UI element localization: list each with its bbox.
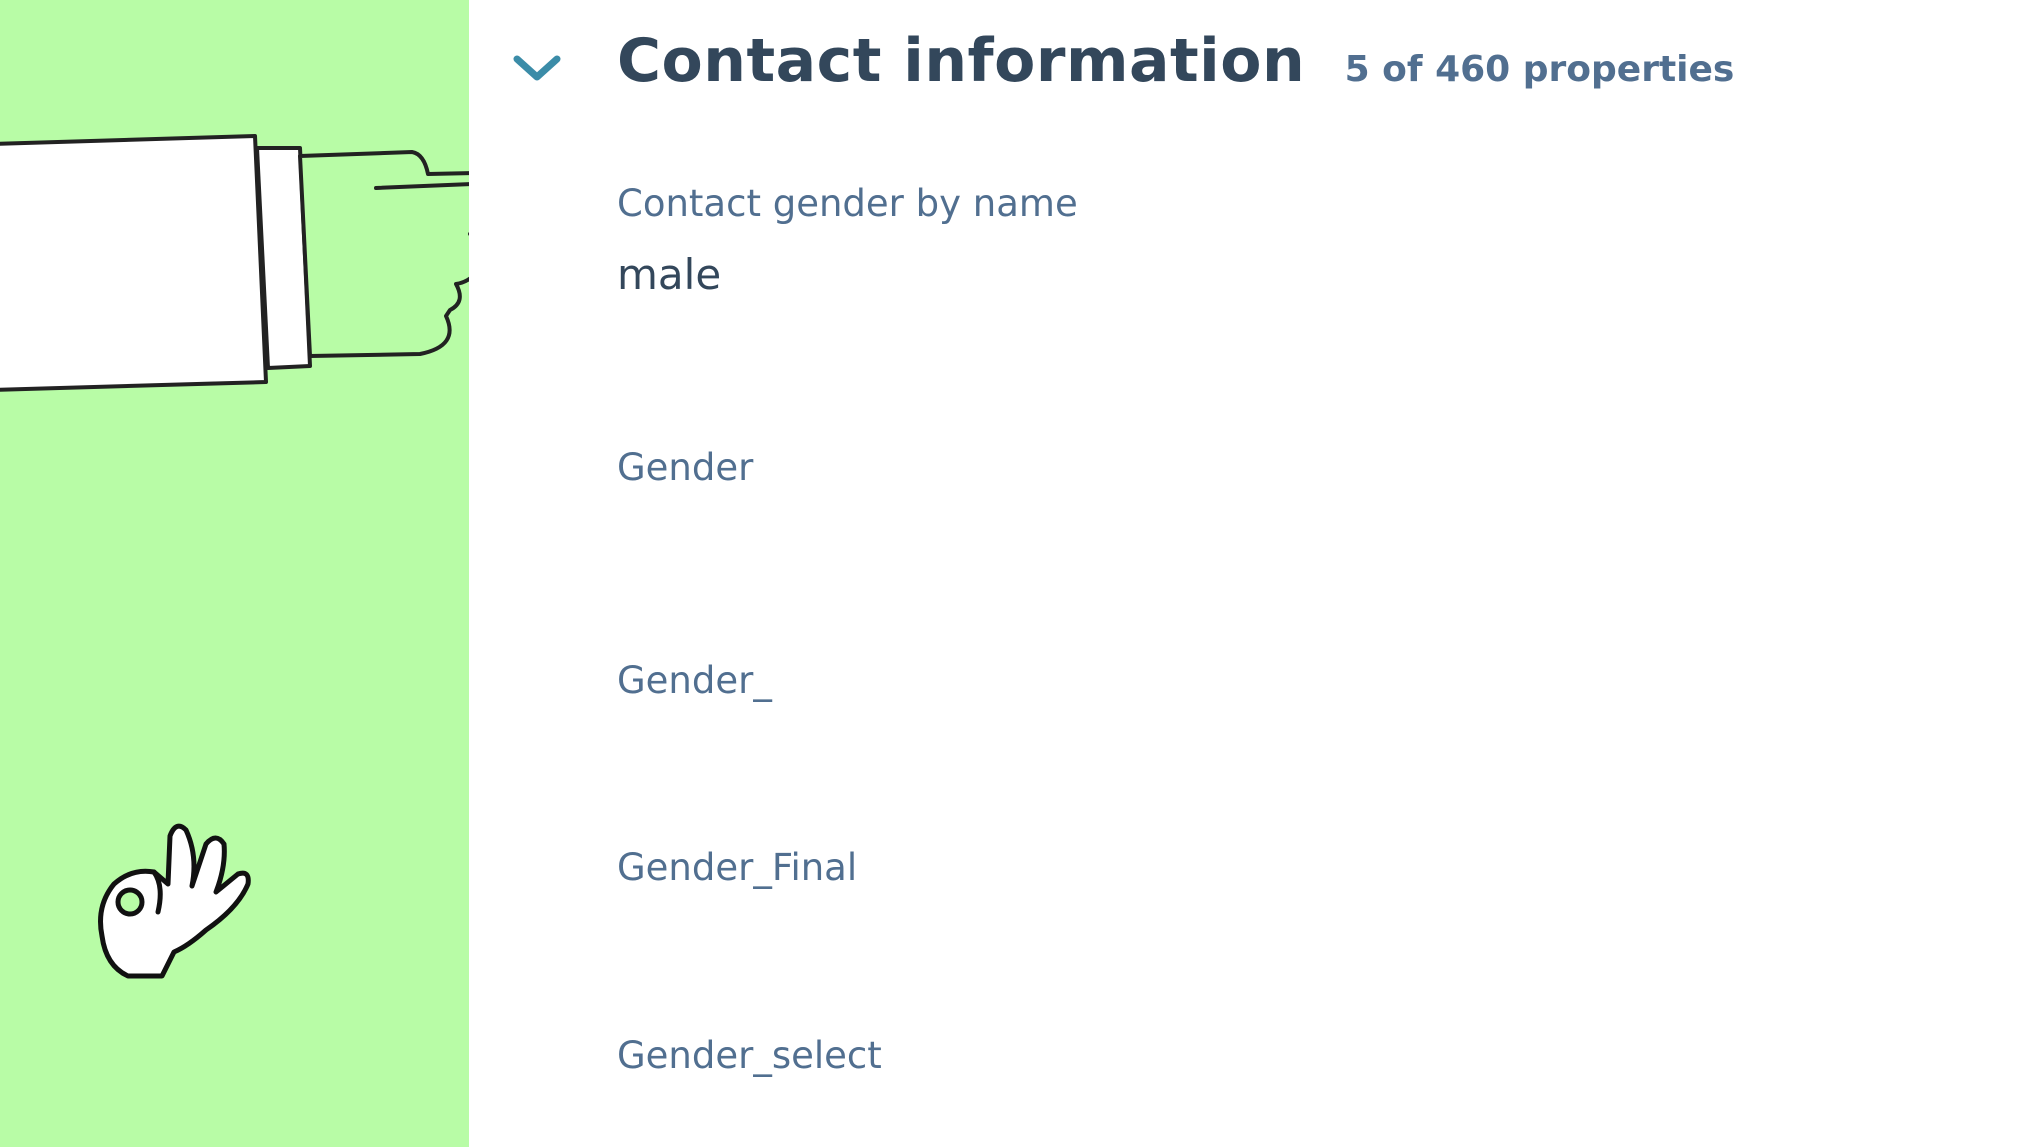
contact-information-section: Contact information 5 of 460 properties … [469,0,2040,1147]
property-label: Gender_select [617,1034,882,1077]
chevron-down-icon [513,55,561,81]
property-label: Gender [617,446,754,489]
section-title-text: Contact information [617,26,1306,96]
property-value[interactable]: male [617,250,1917,300]
section-header [511,28,577,108]
section-title: Contact information 5 of 460 properties [617,26,1734,96]
decorative-side-panel [0,0,469,1147]
property-label: Gender_ [617,659,772,702]
page: Contact information 5 of 460 properties … [0,0,2040,1147]
property-gender-select[interactable]: Gender_select [617,1034,1917,1102]
property-contact-gender-by-name[interactable]: Contact gender by name male [617,182,1917,301]
property-label: Gender_Final [617,846,858,889]
property-gender-underscore[interactable]: Gender_ [617,659,1917,727]
collapse-section-button[interactable] [511,35,577,101]
pointing-hand-illustration [0,134,469,392]
property-label: Contact gender by name [617,182,1078,225]
ok-hand-illustration [98,823,251,979]
property-gender-final[interactable]: Gender_Final [617,846,1917,914]
property-gender[interactable]: Gender [617,446,1917,514]
property-count: 5 of 460 properties [1344,49,1735,90]
